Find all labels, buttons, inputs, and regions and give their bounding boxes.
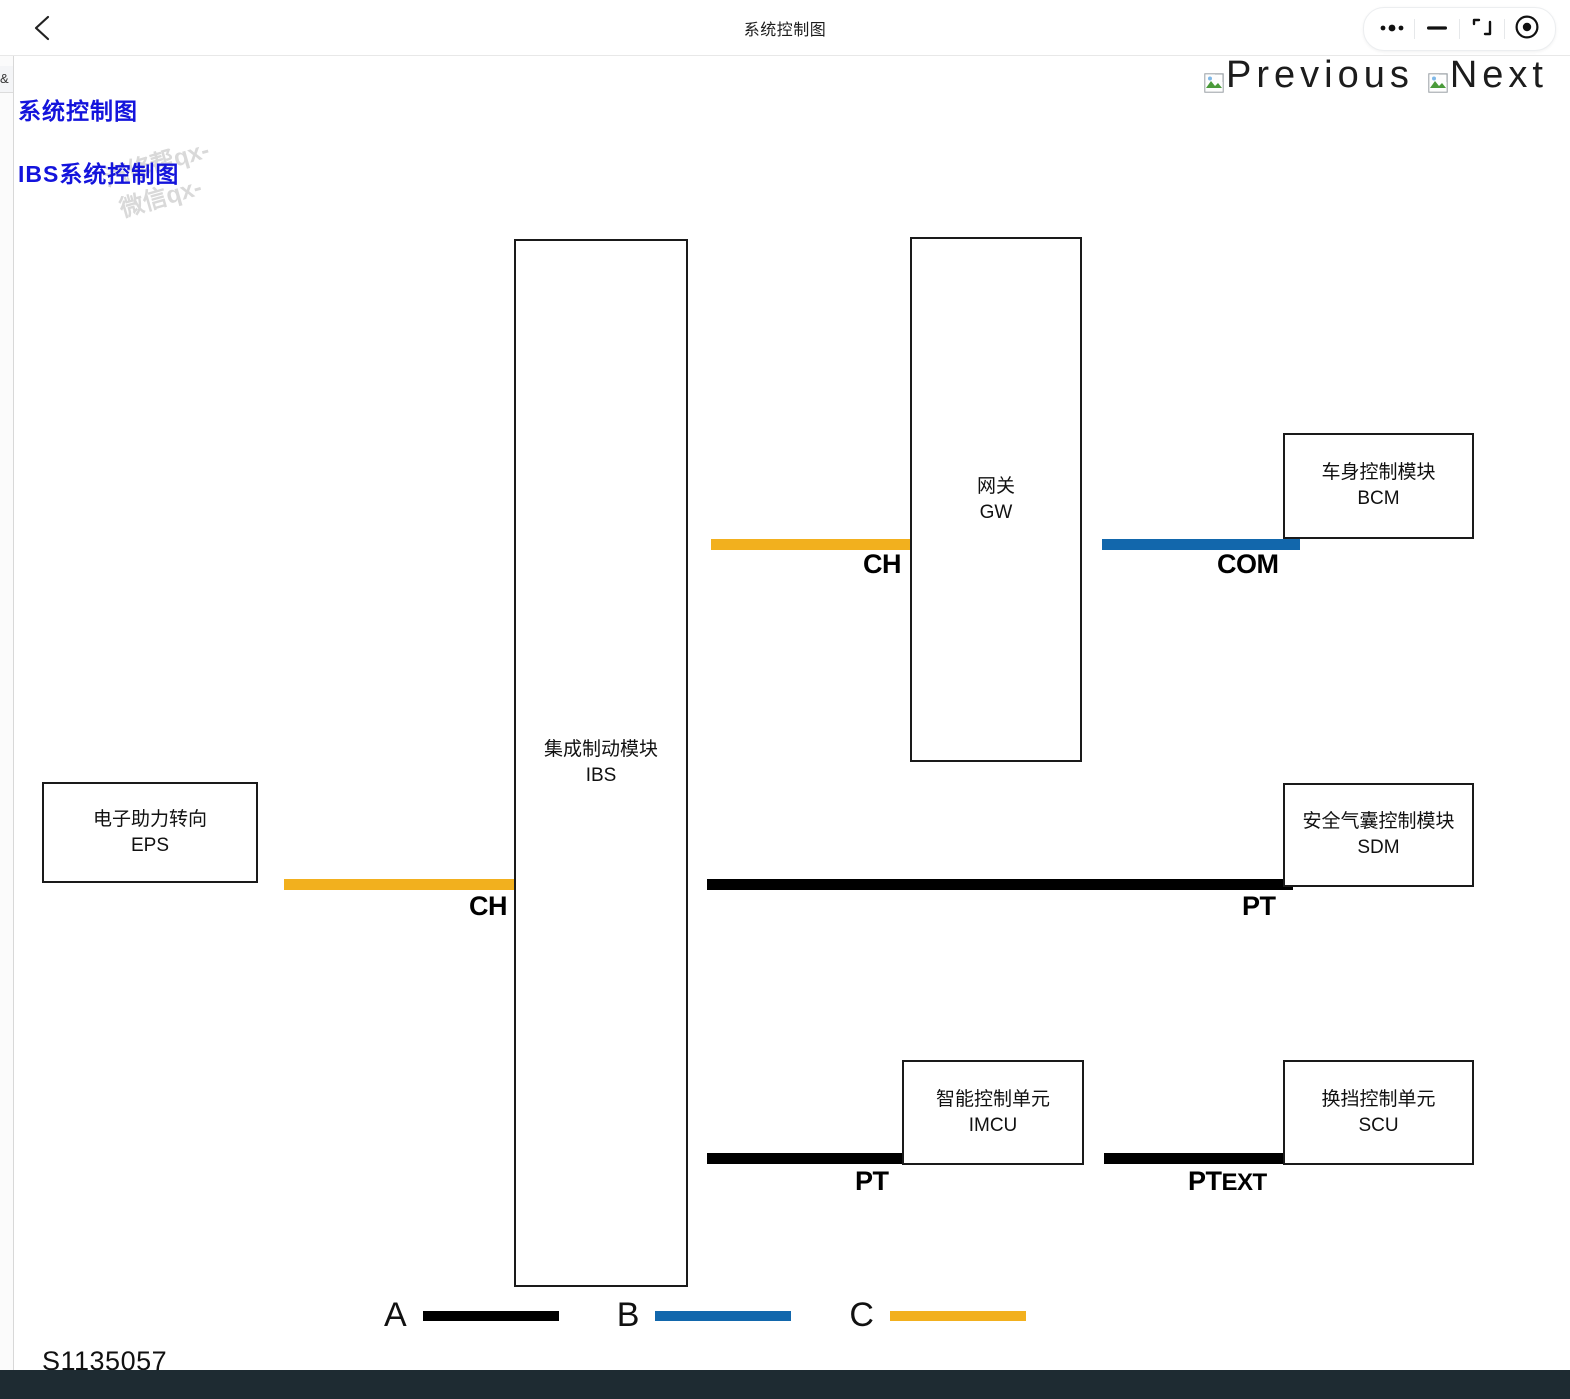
ellipsis-icon [1379, 20, 1405, 38]
legend-swatch-b [655, 1310, 792, 1321]
node-gw-en: GW [979, 501, 1013, 523]
bus-label-ibs-imcu: PT [855, 1166, 889, 1196]
node-eps[interactable]: 电子助力转向 EPS [42, 782, 258, 883]
collapsed-sidebar[interactable]: & [0, 56, 14, 1370]
document-content: 汽修帮qx- 微信qx- 系统控制图 IBS系统控制图 Previous Nex… [14, 56, 1556, 1370]
bus-ibs-imcu [707, 1153, 905, 1164]
node-eps-cn: 电子助力转向 [92, 808, 207, 830]
node-sdm[interactable]: 安全气囊控制模块 SDM [1283, 783, 1474, 887]
node-ibs-en: IBS [585, 765, 617, 786]
bus-label-imcu-scu-main: PT [1188, 1166, 1222, 1196]
node-imcu[interactable]: 智能控制单元 IMCU [902, 1060, 1084, 1165]
legend-swatch-a [422, 1310, 559, 1321]
bus-eps-ibs [284, 879, 522, 890]
node-ibs-cn: 集成制动模块 [543, 739, 658, 761]
figure-id: S1135057 [42, 1346, 168, 1370]
bus-label-ibs-gw: CH [863, 549, 902, 579]
window-title-bar: 系统控制图 [0, 0, 1570, 56]
node-sdm-cn: 安全气囊控制模块 [1302, 811, 1455, 833]
expand-icon [1471, 16, 1493, 43]
node-gw[interactable]: 网关 GW [910, 237, 1082, 762]
bus-label-imcu-scu-sub: EXT [1221, 1169, 1268, 1196]
window-controls [1363, 7, 1556, 51]
legend-item-c: C [849, 1296, 1026, 1335]
node-scu[interactable]: 换挡控制单元 SCU [1283, 1060, 1474, 1165]
node-ibs[interactable]: 集成制动模块 IBS [514, 239, 688, 1287]
node-gw-cn: 网关 [976, 475, 1015, 497]
node-bcm-cn: 车身控制模块 [1321, 462, 1436, 484]
legend-letter-b: B [616, 1296, 640, 1334]
minus-icon [1426, 20, 1448, 38]
bus-label-ibs-sdm: PT [1242, 891, 1276, 921]
bus-ibs-sdm [707, 879, 1293, 890]
legend-swatch-c [889, 1310, 1026, 1321]
maximize-button[interactable] [1460, 9, 1504, 49]
right-gutter [1562, 56, 1570, 1370]
legend-item-a: A [384, 1296, 559, 1335]
window-title: 系统控制图 [743, 22, 827, 39]
legend-letter-c: C [849, 1296, 874, 1334]
node-imcu-cn: 智能控制单元 [935, 1088, 1050, 1110]
system-control-diagram: CH COM CH PT PT PTEXT 集成制动模块 IBS 网关 GW 车… [14, 56, 1556, 1370]
bus-imcu-scu [1104, 1153, 1296, 1164]
minimize-button[interactable] [1415, 9, 1459, 49]
bus-label-imcu-scu: PTEXT [1188, 1166, 1267, 1197]
node-sdm-en: SDM [1357, 837, 1400, 858]
bus-label-gw-bcm: COM [1217, 549, 1279, 579]
node-scu-en: SCU [1358, 1114, 1399, 1136]
node-bcm[interactable]: 车身控制模块 BCM [1283, 433, 1474, 539]
target-circle-icon [1514, 14, 1540, 45]
legend-item-b: B [617, 1296, 792, 1335]
sidebar-truncated-item[interactable]: & [0, 66, 13, 93]
more-options-button[interactable] [1370, 9, 1414, 49]
legend-letter-a: A [384, 1296, 407, 1334]
node-eps-en: EPS [130, 834, 170, 856]
node-imcu-en: IMCU [968, 1114, 1018, 1136]
legend: A B C [384, 1296, 1026, 1335]
node-bcm-en: BCM [1357, 488, 1400, 509]
bottom-bar [0, 1370, 1570, 1399]
bus-label-eps-ibs: CH [469, 891, 508, 921]
node-scu-cn: 换挡控制单元 [1321, 1088, 1436, 1110]
close-button[interactable] [1505, 9, 1549, 49]
